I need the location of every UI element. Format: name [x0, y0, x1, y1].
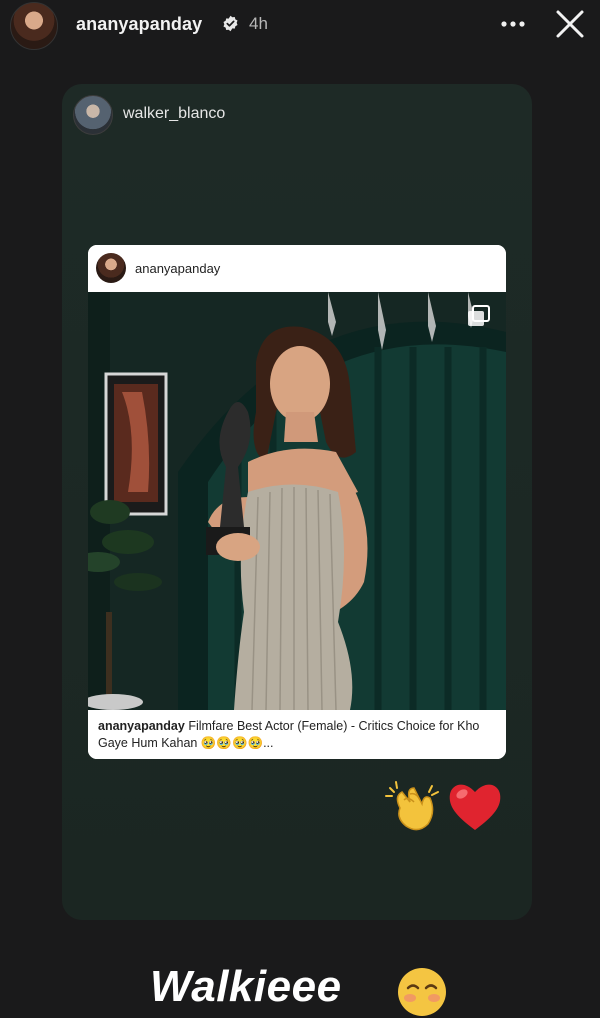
story-username[interactable]: ananyapanday	[76, 14, 202, 35]
post-photo[interactable]	[88, 292, 506, 710]
photo-illustration	[88, 292, 506, 710]
shared-post-card[interactable]: walker_blanco ananyapanday ananyapanday …	[62, 84, 532, 920]
verified-badge-icon	[223, 15, 238, 32]
time-ago: 4h	[249, 14, 268, 33]
post-avatar[interactable]	[96, 253, 126, 283]
sharer-avatar[interactable]	[73, 95, 113, 135]
caption-username[interactable]: ananyapanday	[98, 719, 185, 733]
red-heart-icon	[449, 784, 501, 830]
more-options-icon[interactable]	[498, 10, 528, 38]
story-text: Walkieee	[150, 962, 342, 1011]
smiling-face-icon	[398, 968, 446, 1016]
multiple-photos-icon	[468, 305, 490, 326]
post-username[interactable]: ananyapanday	[135, 261, 220, 276]
post-header: ananyapanday	[88, 245, 506, 292]
avatar[interactable]	[10, 2, 58, 50]
sharer-username[interactable]: walker_blanco	[123, 105, 225, 123]
post-caption: ananyapanday Filmfare Best Actor (Female…	[88, 710, 506, 759]
clapping-hands-icon	[385, 781, 439, 831]
story-header: ananyapanday 4h	[0, 0, 600, 50]
close-icon[interactable]	[553, 7, 587, 41]
embedded-post[interactable]: ananyapanday ananyapanday Filmfare Best …	[88, 245, 506, 759]
